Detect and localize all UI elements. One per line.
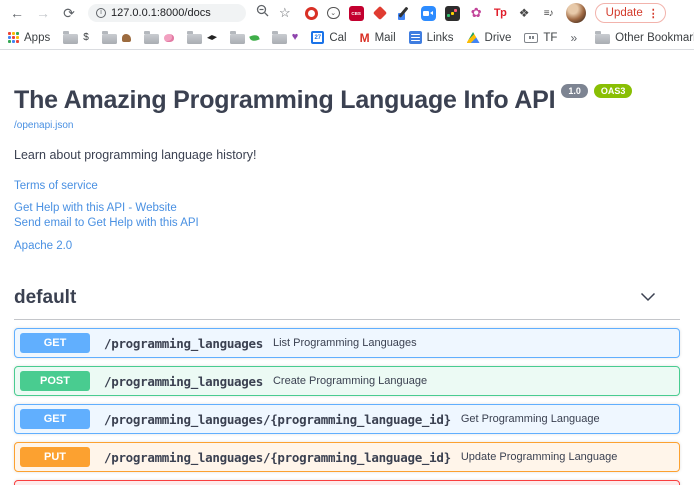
method-badge: PUT [20,447,90,467]
bookmark-cal[interactable]: 27 Cal [311,31,346,44]
other-bookmarks-label: Other Bookmarks [615,32,694,44]
calendar-icon: 27 [311,31,324,44]
browser-menu-icon[interactable]: ⋮ [648,7,659,20]
endpoint-row-list-languages[interactable]: GET /programming_languages List Programm… [14,328,680,358]
bookmark-folder-horse[interactable] [102,31,131,44]
url-bar[interactable]: i 127.0.0.1:8000/docs [88,4,246,22]
eyedropper-extension-icon[interactable] [397,6,412,21]
endpoint-row-get-language[interactable]: GET /programming_languages/{programming_… [14,404,680,434]
links-icon [409,31,422,44]
red-circle-extension-icon[interactable] [305,7,318,20]
endpoint-path: /programming_languages/{programming_lang… [104,450,451,465]
terms-of-service-link[interactable]: Terms of service [14,180,98,192]
folder-icon [595,34,610,44]
bookmark-tf[interactable]: TF [524,32,557,44]
folder-icon [63,34,78,44]
endpoint-row-create-language[interactable]: POST /programming_languages Create Progr… [14,366,680,396]
license-link[interactable]: Apache 2.0 [14,240,72,252]
endpoint-path: /programming_languages [104,336,263,351]
speech-bubble-extension-icon[interactable]: ⌄ [327,7,340,19]
zoom-camera-extension-icon[interactable] [421,6,436,21]
diamond-extension-icon[interactable] [373,6,388,21]
forward-icon[interactable]: → [34,5,52,21]
purple-heart-icon: ♥ [292,32,299,43]
profile-avatar[interactable] [566,3,586,23]
dark-square-extension-icon[interactable] [445,6,460,21]
bookmark-drive[interactable]: Drive [467,32,512,44]
bookmark-folder-dollar[interactable]: $ [63,31,89,44]
update-label: Update [606,7,643,19]
google-drive-icon [467,32,480,43]
dollar-icon: $ [83,33,89,43]
folder-icon [272,34,287,44]
endpoint-path: /programming_languages/{programming_lang… [104,412,451,427]
bookmark-label: Links [427,32,454,44]
url-text[interactable]: 127.0.0.1:8000/docs [111,7,211,19]
puzzle-extension-icon[interactable]: ❖ [517,6,532,21]
endpoint-path: /programming_languages [104,374,263,389]
apps-label: Apps [24,32,50,44]
cbs-extension-icon[interactable]: CBS [349,6,364,21]
bookmark-folder-brain[interactable] [144,31,174,44]
site-info-icon[interactable]: i [96,8,106,18]
apps-shortcut[interactable]: Apps [8,32,50,44]
endpoint-summary: Get Programming Language [461,413,600,425]
bookmark-mail[interactable]: M Mail [360,31,396,45]
contact-website-link[interactable]: Get Help with this API - Website [14,201,177,215]
api-description: Learn about programming language history… [14,148,680,162]
bookmark-folder-leaf[interactable] [230,31,259,44]
version-badge: 1.0 [561,84,588,98]
oas3-badge: OAS3 [594,84,633,98]
contact-email-link[interactable]: Send email to Get Help with this API [14,216,199,230]
api-title-row: The Amazing Programming Language Info AP… [14,84,680,115]
back-icon[interactable]: ← [8,5,26,21]
browser-update-button[interactable]: Update ⋮ [595,3,666,23]
tag-section-default[interactable]: default [14,287,680,320]
graduation-cap-icon [207,35,217,41]
bookmark-label: Cal [329,32,346,44]
flower-extension-icon[interactable]: ✿ [469,6,484,21]
chevron-down-icon[interactable] [640,289,656,307]
endpoint-row-update-language[interactable]: PUT /programming_languages/{programming_… [14,442,680,472]
card-icon [524,33,538,43]
bookmark-folder-graduation[interactable] [187,31,217,44]
extensions-row: ⌄ CBS ✿ Tp ❖ ≡♪ [305,6,556,21]
swagger-ui-page: The Amazing Programming Language Info AP… [0,50,694,485]
method-badge: POST [20,371,90,391]
bookmark-links[interactable]: Links [409,31,454,44]
bookmark-label: Drive [485,32,512,44]
folder-icon [102,34,117,44]
bookmarks-bar: Apps $ ♥ 27 Cal M Mail Links Drive [0,26,694,50]
brain-icon [164,34,174,42]
folder-icon [187,34,202,44]
endpoint-summary: List Programming Languages [273,337,417,349]
folder-icon [144,34,159,44]
bookmarks-overflow-icon[interactable]: » [570,31,577,45]
method-badge: GET [20,409,90,429]
method-badge: GET [20,333,90,353]
tp-extension-icon[interactable]: Tp [493,6,508,21]
other-bookmarks[interactable]: Other Bookmarks [595,31,694,44]
endpoint-summary: Update Programming Language [461,451,618,463]
music-playlist-extension-icon[interactable]: ≡♪ [541,6,556,21]
browser-toolbar: ← → ⟳ i 127.0.0.1:8000/docs ☆ ⌄ CBS ✿ Tp… [0,0,694,26]
endpoint-row-delete-language[interactable]: DELETE /programming_languages/{programmi… [14,480,680,485]
bookmark-label: TF [543,32,557,44]
leaf-icon [249,33,260,42]
bookmark-folder-heart[interactable]: ♥ [272,31,299,44]
apps-grid-icon [8,32,11,35]
zoom-out-icon[interactable] [256,4,269,22]
openapi-spec-link[interactable]: /openapi.json [14,120,74,131]
bookmarks-right-cluster: » Other Bookmarks [570,31,686,45]
endpoint-summary: Create Programming Language [273,375,427,387]
page-title: The Amazing Programming Language Info AP… [14,86,555,114]
folder-icon [230,34,245,44]
section-title: default [14,287,76,309]
bookmark-star-icon[interactable]: ☆ [279,5,291,21]
horse-icon [122,34,131,42]
reload-icon[interactable]: ⟳ [60,5,78,22]
gmail-icon: M [360,31,370,45]
bookmark-label: Mail [375,32,396,44]
